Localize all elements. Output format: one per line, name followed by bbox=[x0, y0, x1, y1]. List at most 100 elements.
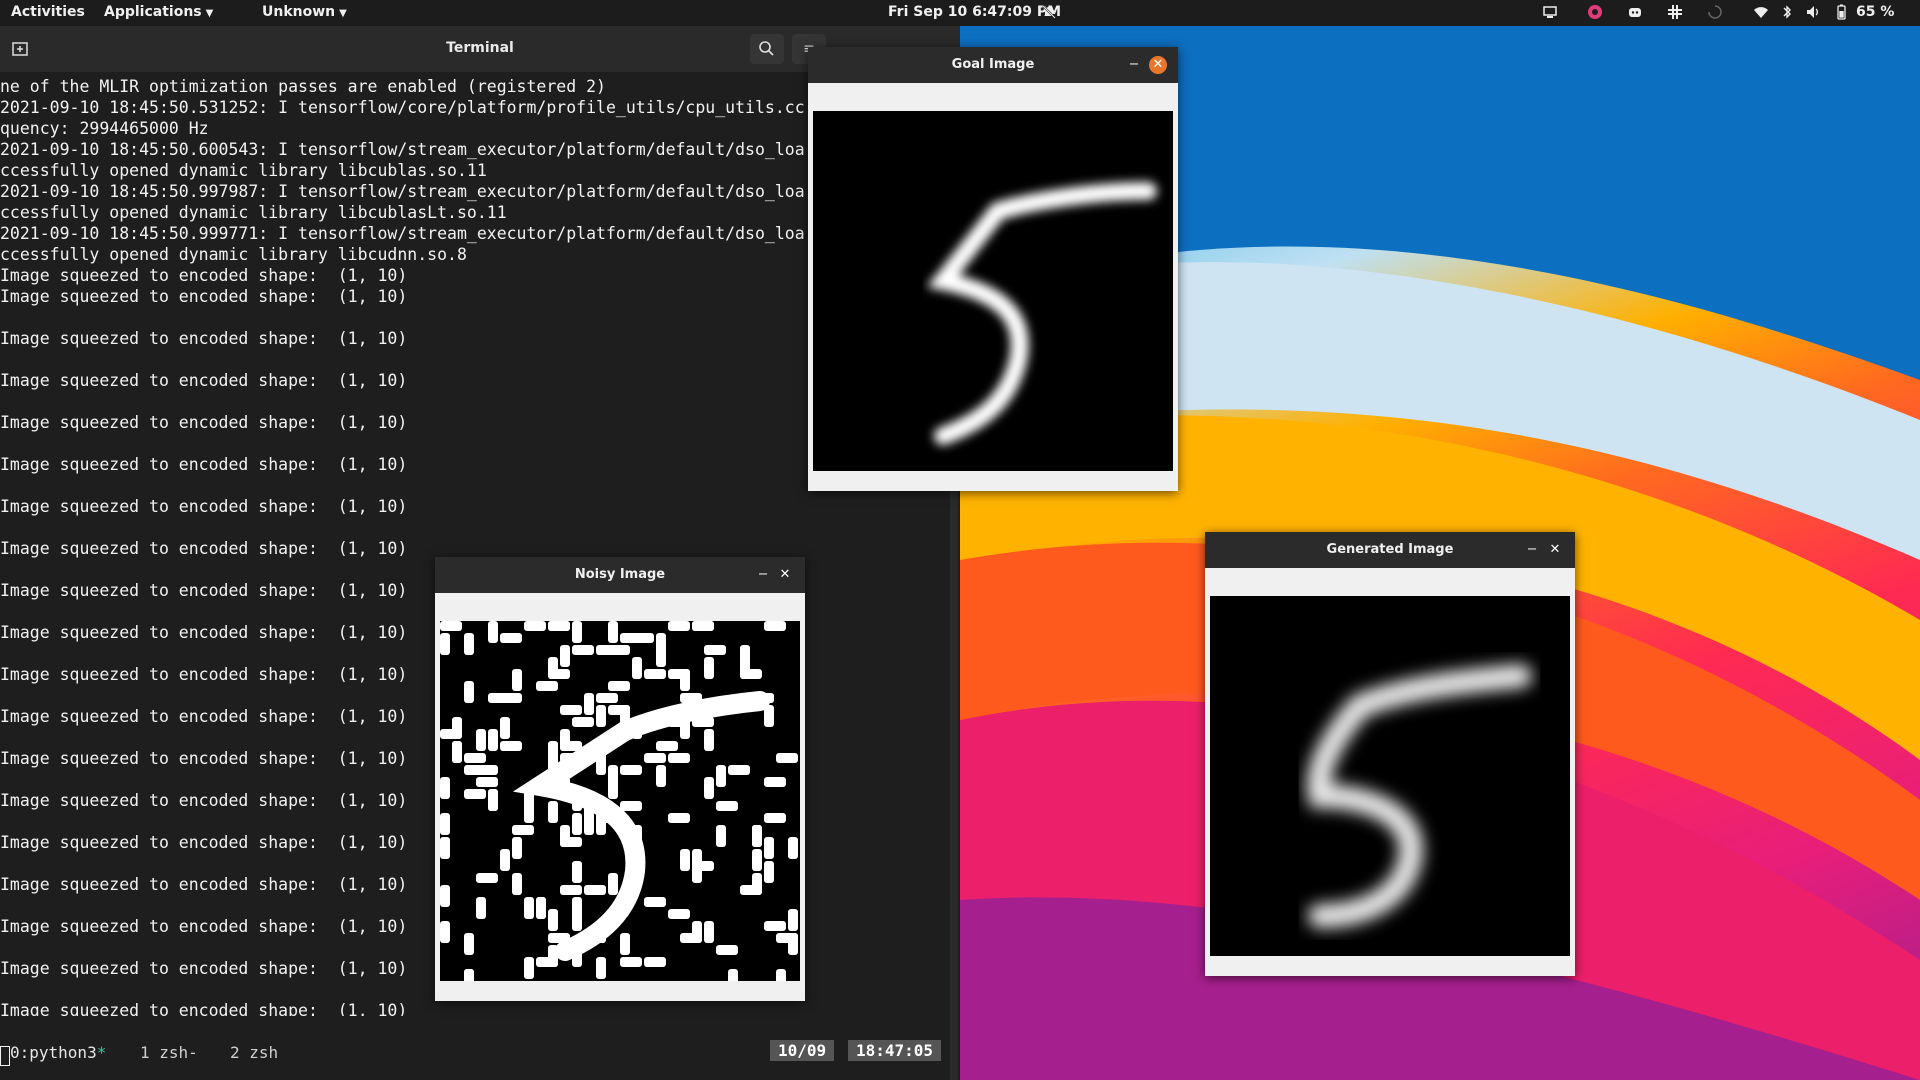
active-window-flag: * bbox=[96, 1043, 107, 1062]
noise-speck bbox=[704, 777, 714, 799]
window-menu[interactable]: Unknown ▼ bbox=[262, 4, 347, 20]
tmux-window-2[interactable]: 2 zsh bbox=[230, 1043, 278, 1062]
noisy-image-titlebar[interactable]: Noisy Image bbox=[435, 557, 805, 593]
noise-speck bbox=[680, 933, 702, 943]
noise-speck bbox=[440, 621, 462, 631]
noise-speck bbox=[620, 933, 630, 955]
volume-icon[interactable] bbox=[1804, 4, 1822, 22]
noise-speck bbox=[524, 957, 534, 979]
noise-speck bbox=[704, 921, 714, 943]
noise-speck bbox=[596, 693, 618, 703]
noise-speck bbox=[668, 621, 690, 631]
noise-speck bbox=[584, 693, 594, 715]
noise-speck bbox=[716, 801, 738, 811]
window-menu-label: Unknown bbox=[262, 4, 336, 20]
noise-speck bbox=[668, 909, 690, 919]
noise-speck bbox=[764, 813, 786, 823]
noise-speck bbox=[728, 765, 750, 775]
activities-button[interactable]: Activities bbox=[11, 4, 85, 20]
search-icon[interactable] bbox=[750, 34, 784, 64]
close-button[interactable]: ✕ bbox=[1546, 541, 1564, 559]
noise-speck bbox=[692, 861, 714, 871]
notifications-off-icon[interactable] bbox=[1040, 4, 1058, 22]
minimize-button[interactable]: ‒ bbox=[753, 557, 773, 593]
noise-speck bbox=[560, 885, 582, 895]
generated-image-titlebar[interactable]: Generated Image bbox=[1205, 532, 1575, 568]
noise-speck bbox=[512, 837, 522, 859]
tmux-window-1[interactable]: 1 zsh- bbox=[140, 1043, 198, 1062]
chevron-down-icon: ▼ bbox=[339, 8, 347, 19]
tmux-window-0-label: 0:python3 bbox=[10, 1043, 97, 1062]
noise-speck bbox=[500, 633, 522, 643]
noise-speck bbox=[680, 849, 690, 871]
noise-speck bbox=[440, 837, 450, 859]
discord-icon[interactable] bbox=[1626, 4, 1644, 22]
generated-image-window[interactable]: Generated Image ‒ ✕ bbox=[1205, 532, 1575, 976]
noise-speck bbox=[644, 753, 666, 763]
loading-icon bbox=[1706, 4, 1724, 22]
battery-percent[interactable]: 65 % bbox=[1856, 4, 1894, 20]
noise-speck bbox=[500, 849, 510, 871]
noise-speck bbox=[788, 837, 798, 859]
noise-speck bbox=[716, 825, 726, 847]
tmux-window-0[interactable]: 0:python3* bbox=[10, 1043, 106, 1062]
noise-speck bbox=[548, 801, 558, 823]
goal-image-title: Goal Image bbox=[951, 57, 1035, 72]
noise-speck bbox=[488, 621, 498, 643]
minimize-button[interactable]: ‒ bbox=[1522, 532, 1542, 568]
noise-speck bbox=[440, 633, 450, 655]
noise-speck bbox=[704, 729, 714, 751]
applications-label: Applications bbox=[104, 4, 202, 20]
noise-speck bbox=[512, 873, 522, 895]
noise-speck bbox=[464, 933, 474, 955]
battery-icon[interactable] bbox=[1832, 4, 1850, 22]
noise-speck bbox=[440, 885, 450, 907]
noise-speck bbox=[716, 765, 726, 787]
slack-icon[interactable] bbox=[1666, 4, 1684, 22]
noise-speck bbox=[464, 753, 486, 763]
noise-speck bbox=[644, 897, 666, 907]
app-icon[interactable] bbox=[1586, 4, 1604, 22]
noise-speck bbox=[476, 777, 498, 787]
noise-speck bbox=[644, 669, 666, 679]
noise-speck bbox=[608, 777, 618, 799]
noise-speck bbox=[524, 897, 534, 919]
wifi-icon[interactable] bbox=[1752, 4, 1770, 22]
noise-speck bbox=[764, 837, 774, 859]
noise-speck bbox=[440, 729, 462, 739]
bluetooth-icon[interactable] bbox=[1778, 4, 1796, 22]
goal-image-titlebar[interactable]: Goal Image bbox=[808, 47, 1178, 83]
noise-speck bbox=[512, 669, 522, 691]
goal-image-window[interactable]: Goal Image ‒ ✕ bbox=[808, 47, 1178, 491]
terminal-line: Image squeezed to encoded shape: (1, 10) bbox=[0, 539, 408, 558]
close-button[interactable]: ✕ bbox=[776, 566, 794, 584]
noise-speck bbox=[740, 885, 762, 895]
noise-speck bbox=[608, 873, 618, 895]
noise-speck bbox=[464, 969, 474, 991]
noise-speck bbox=[776, 933, 798, 943]
noise-speck bbox=[776, 969, 786, 991]
noise-speck bbox=[452, 741, 462, 763]
screen-icon[interactable] bbox=[1541, 4, 1559, 22]
goal-image-canvas bbox=[813, 111, 1173, 471]
noise-speck bbox=[548, 621, 570, 631]
noise-speck bbox=[632, 633, 654, 643]
noisy-image-title: Noisy Image bbox=[574, 567, 666, 582]
tmux-status-bar: 0:python3* 1 zsh- 2 zsh 10/09 18:47:05 bbox=[0, 1040, 950, 1064]
noise-speck bbox=[440, 921, 450, 943]
noise-speck bbox=[752, 849, 762, 871]
noise-speck bbox=[512, 825, 534, 835]
noise-speck bbox=[572, 861, 582, 883]
clock[interactable]: Fri Sep 10 6:47:09 PM bbox=[888, 4, 1061, 20]
noise-speck bbox=[548, 657, 558, 679]
noise-speck bbox=[524, 621, 546, 631]
noise-speck bbox=[560, 645, 570, 667]
noisy-image-window[interactable]: Noisy Image ‒ ✕ bbox=[435, 557, 805, 1001]
noise-speck bbox=[656, 741, 678, 751]
applications-menu[interactable]: Applications ▼ bbox=[104, 4, 213, 20]
minimize-button[interactable]: ‒ bbox=[1124, 47, 1144, 83]
noise-speck bbox=[584, 885, 606, 895]
close-button[interactable]: ✕ bbox=[1149, 56, 1167, 74]
noise-speck bbox=[752, 825, 762, 847]
noise-speck bbox=[692, 621, 714, 631]
